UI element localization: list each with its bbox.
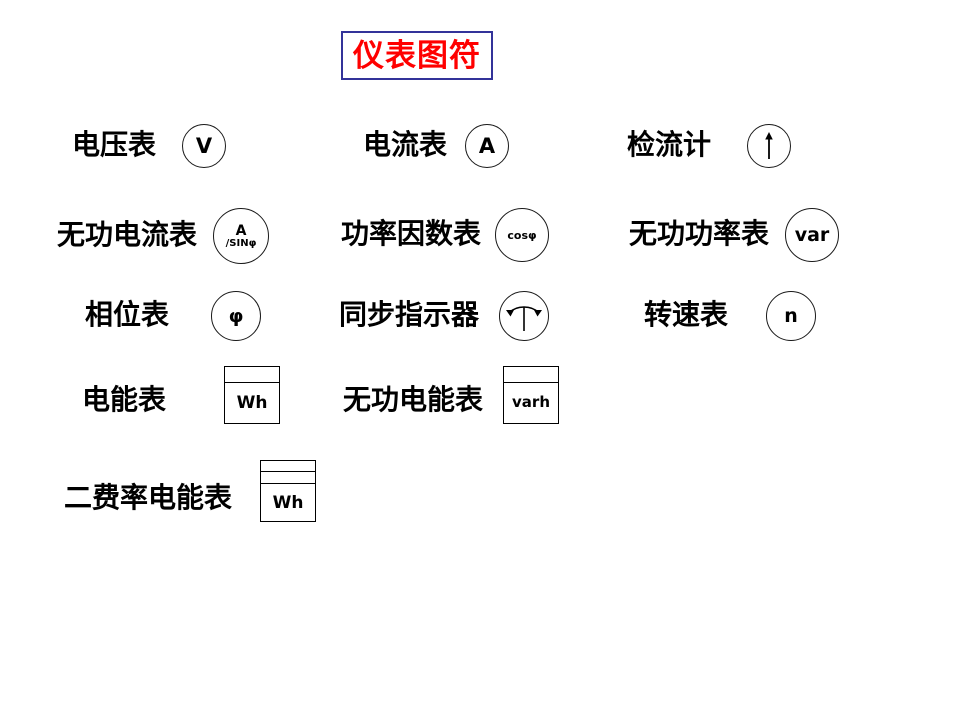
rect-outline: varh: [503, 366, 560, 424]
watt-hour-meter-glyph: Wh: [236, 393, 268, 413]
symbol-entry-galvanometer: 检流计: [627, 124, 792, 168]
circle-outline: cosφ: [495, 208, 550, 262]
reactive-current-meter-glyph-bottom: /SINφ: [225, 237, 257, 249]
symbol-label-phase-meter: 相位表: [85, 300, 170, 331]
register-divider: [225, 382, 280, 383]
symbol-entry-reactive-power-meter: 无功功率表 var: [629, 208, 840, 262]
synchroscope-symbol: [499, 291, 550, 341]
reactive-current-meter-glyph-top: A: [235, 222, 247, 239]
symbol-label-watt-hour-meter: 电能表: [82, 385, 167, 416]
symbol-label-reactive-power-meter: 无功功率表: [629, 219, 770, 250]
symbol-entry-tachometer: 转速表 n: [644, 291, 817, 341]
circle-outline: A /SINφ: [213, 208, 270, 264]
symbol-entry-reactive-energy-meter: 无功电能表 varh: [343, 366, 560, 424]
symbol-label-tachometer: 转速表: [644, 300, 729, 331]
circle-outline: A: [465, 124, 510, 168]
symbol-entry-reactive-current-meter: 无功电流表 A /SINφ: [57, 208, 270, 264]
two-tariff-energy-meter-glyph: Wh: [272, 493, 304, 513]
circle-outline: var: [785, 208, 840, 262]
circle-outline: n: [766, 291, 817, 341]
circle-outline: [747, 124, 792, 168]
ammeter-glyph: A: [478, 133, 496, 158]
symbol-entry-power-factor-meter: 功率因数表 cosφ: [341, 208, 550, 262]
circle-outline: V: [182, 124, 227, 168]
symbol-entry-watt-hour-meter: 电能表 Wh: [82, 366, 281, 424]
symbol-label-ammeter: 电流表: [363, 130, 448, 161]
tachometer-glyph: n: [784, 304, 798, 327]
voltmeter-symbol: V: [182, 124, 227, 168]
symbol-entry-synchroscope: 同步指示器: [339, 291, 550, 341]
symbol-entry-two-tariff-energy-meter: 二费率电能表 Wh: [64, 460, 317, 522]
voltmeter-glyph: V: [195, 133, 213, 158]
symbol-entry-voltmeter: 电压表 V: [72, 124, 227, 168]
arrow-up-icon: [765, 132, 773, 159]
rect-outline: Wh: [224, 366, 281, 424]
reactive-power-meter-glyph: var: [794, 223, 830, 246]
reactive-power-meter-symbol: var: [785, 208, 840, 262]
watt-hour-meter-symbol: Wh: [224, 366, 281, 424]
rect-outline: Wh: [260, 460, 317, 522]
circle-outline: φ: [211, 291, 262, 341]
symbol-label-voltmeter: 电压表: [72, 130, 157, 161]
double-arrow-pointer-icon: [506, 306, 543, 331]
symbol-label-synchroscope: 同步指示器: [339, 300, 480, 331]
two-tariff-energy-meter-symbol: Wh: [260, 460, 317, 522]
symbol-label-reactive-energy-meter: 无功电能表: [343, 385, 484, 416]
symbol-entry-phase-meter: 相位表 φ: [85, 291, 262, 341]
register-divider-top: [261, 471, 316, 472]
circle-outline: [499, 291, 550, 341]
power-factor-meter-glyph: cosφ: [507, 228, 537, 242]
tachometer-symbol: n: [766, 291, 817, 341]
galvanometer-symbol: [747, 124, 792, 168]
ammeter-symbol: A: [465, 124, 510, 168]
phase-meter-glyph: φ: [228, 304, 244, 327]
reactive-current-meter-symbol: A /SINφ: [213, 208, 270, 264]
reactive-energy-meter-glyph: varh: [512, 393, 550, 411]
reactive-energy-meter-symbol: varh: [503, 366, 560, 424]
symbol-label-reactive-current-meter: 无功电流表: [57, 220, 198, 251]
register-divider: [504, 382, 559, 383]
symbol-label-two-tariff-energy-meter: 二费率电能表: [64, 483, 233, 514]
symbol-label-galvanometer: 检流计: [627, 130, 712, 161]
power-factor-meter-symbol: cosφ: [495, 208, 550, 262]
symbol-label-power-factor-meter: 功率因数表: [341, 219, 482, 250]
register-divider-second: [261, 483, 316, 484]
phase-meter-symbol: φ: [211, 291, 262, 341]
symbol-entry-ammeter: 电流表 A: [363, 124, 510, 168]
symbol-grid: 电压表 V 电流表 A 检流计 无功电流表 A /SINφ 功率因数表 cosφ…: [0, 0, 960, 720]
